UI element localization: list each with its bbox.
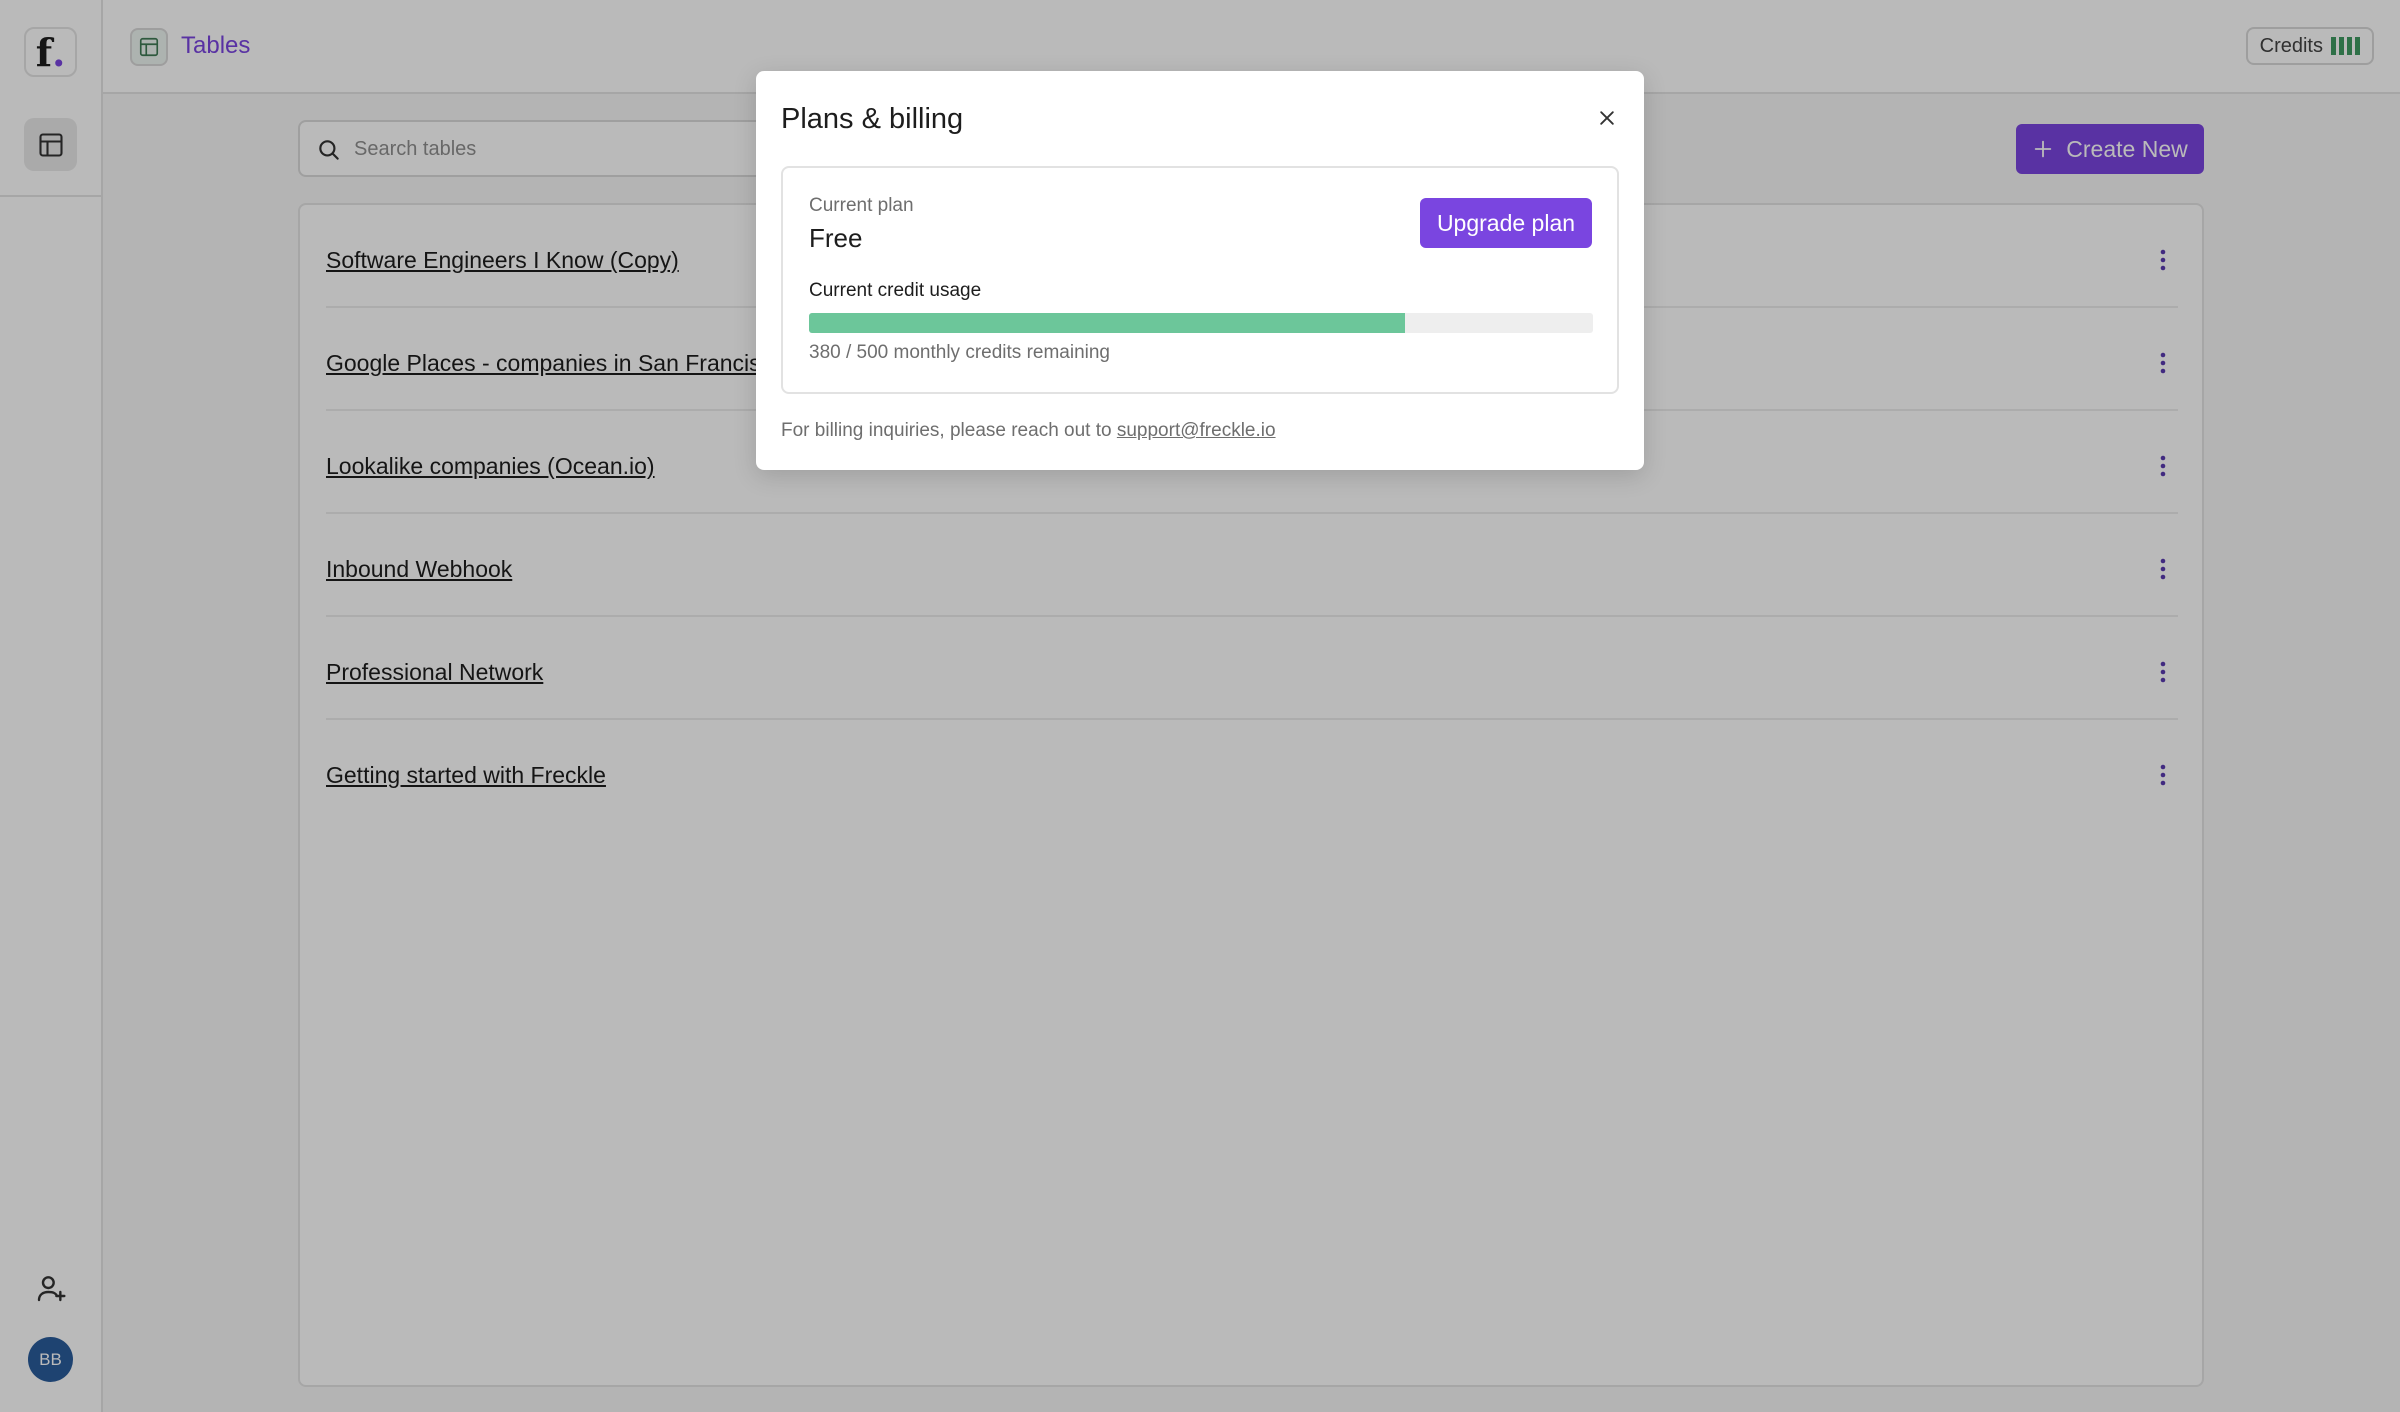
credit-usage-bar [809,313,1593,333]
billing-note: For billing inquiries, please reach out … [781,420,1276,442]
billing-note-text: For billing inquiries, please reach out … [781,420,1117,441]
close-button[interactable] [1590,101,1624,135]
credit-usage-label: Current credit usage [809,280,982,301]
support-email-link[interactable]: support@freckle.io [1117,420,1276,441]
credit-usage-fill [809,313,1405,333]
current-plan-label: Current plan [809,195,914,216]
current-plan-value: Free [809,223,863,253]
upgrade-plan-button[interactable]: Upgrade plan [1420,198,1592,248]
close-icon [1600,111,1614,125]
plans-billing-dialog: Plans & billing Current plan Free Upgrad… [756,71,1644,470]
plan-card: Current plan Free Upgrade plan Current c… [781,166,1619,394]
credit-usage-text: 380 / 500 monthly credits remaining [809,342,1110,363]
dialog-title: Plans & billing [781,103,964,135]
